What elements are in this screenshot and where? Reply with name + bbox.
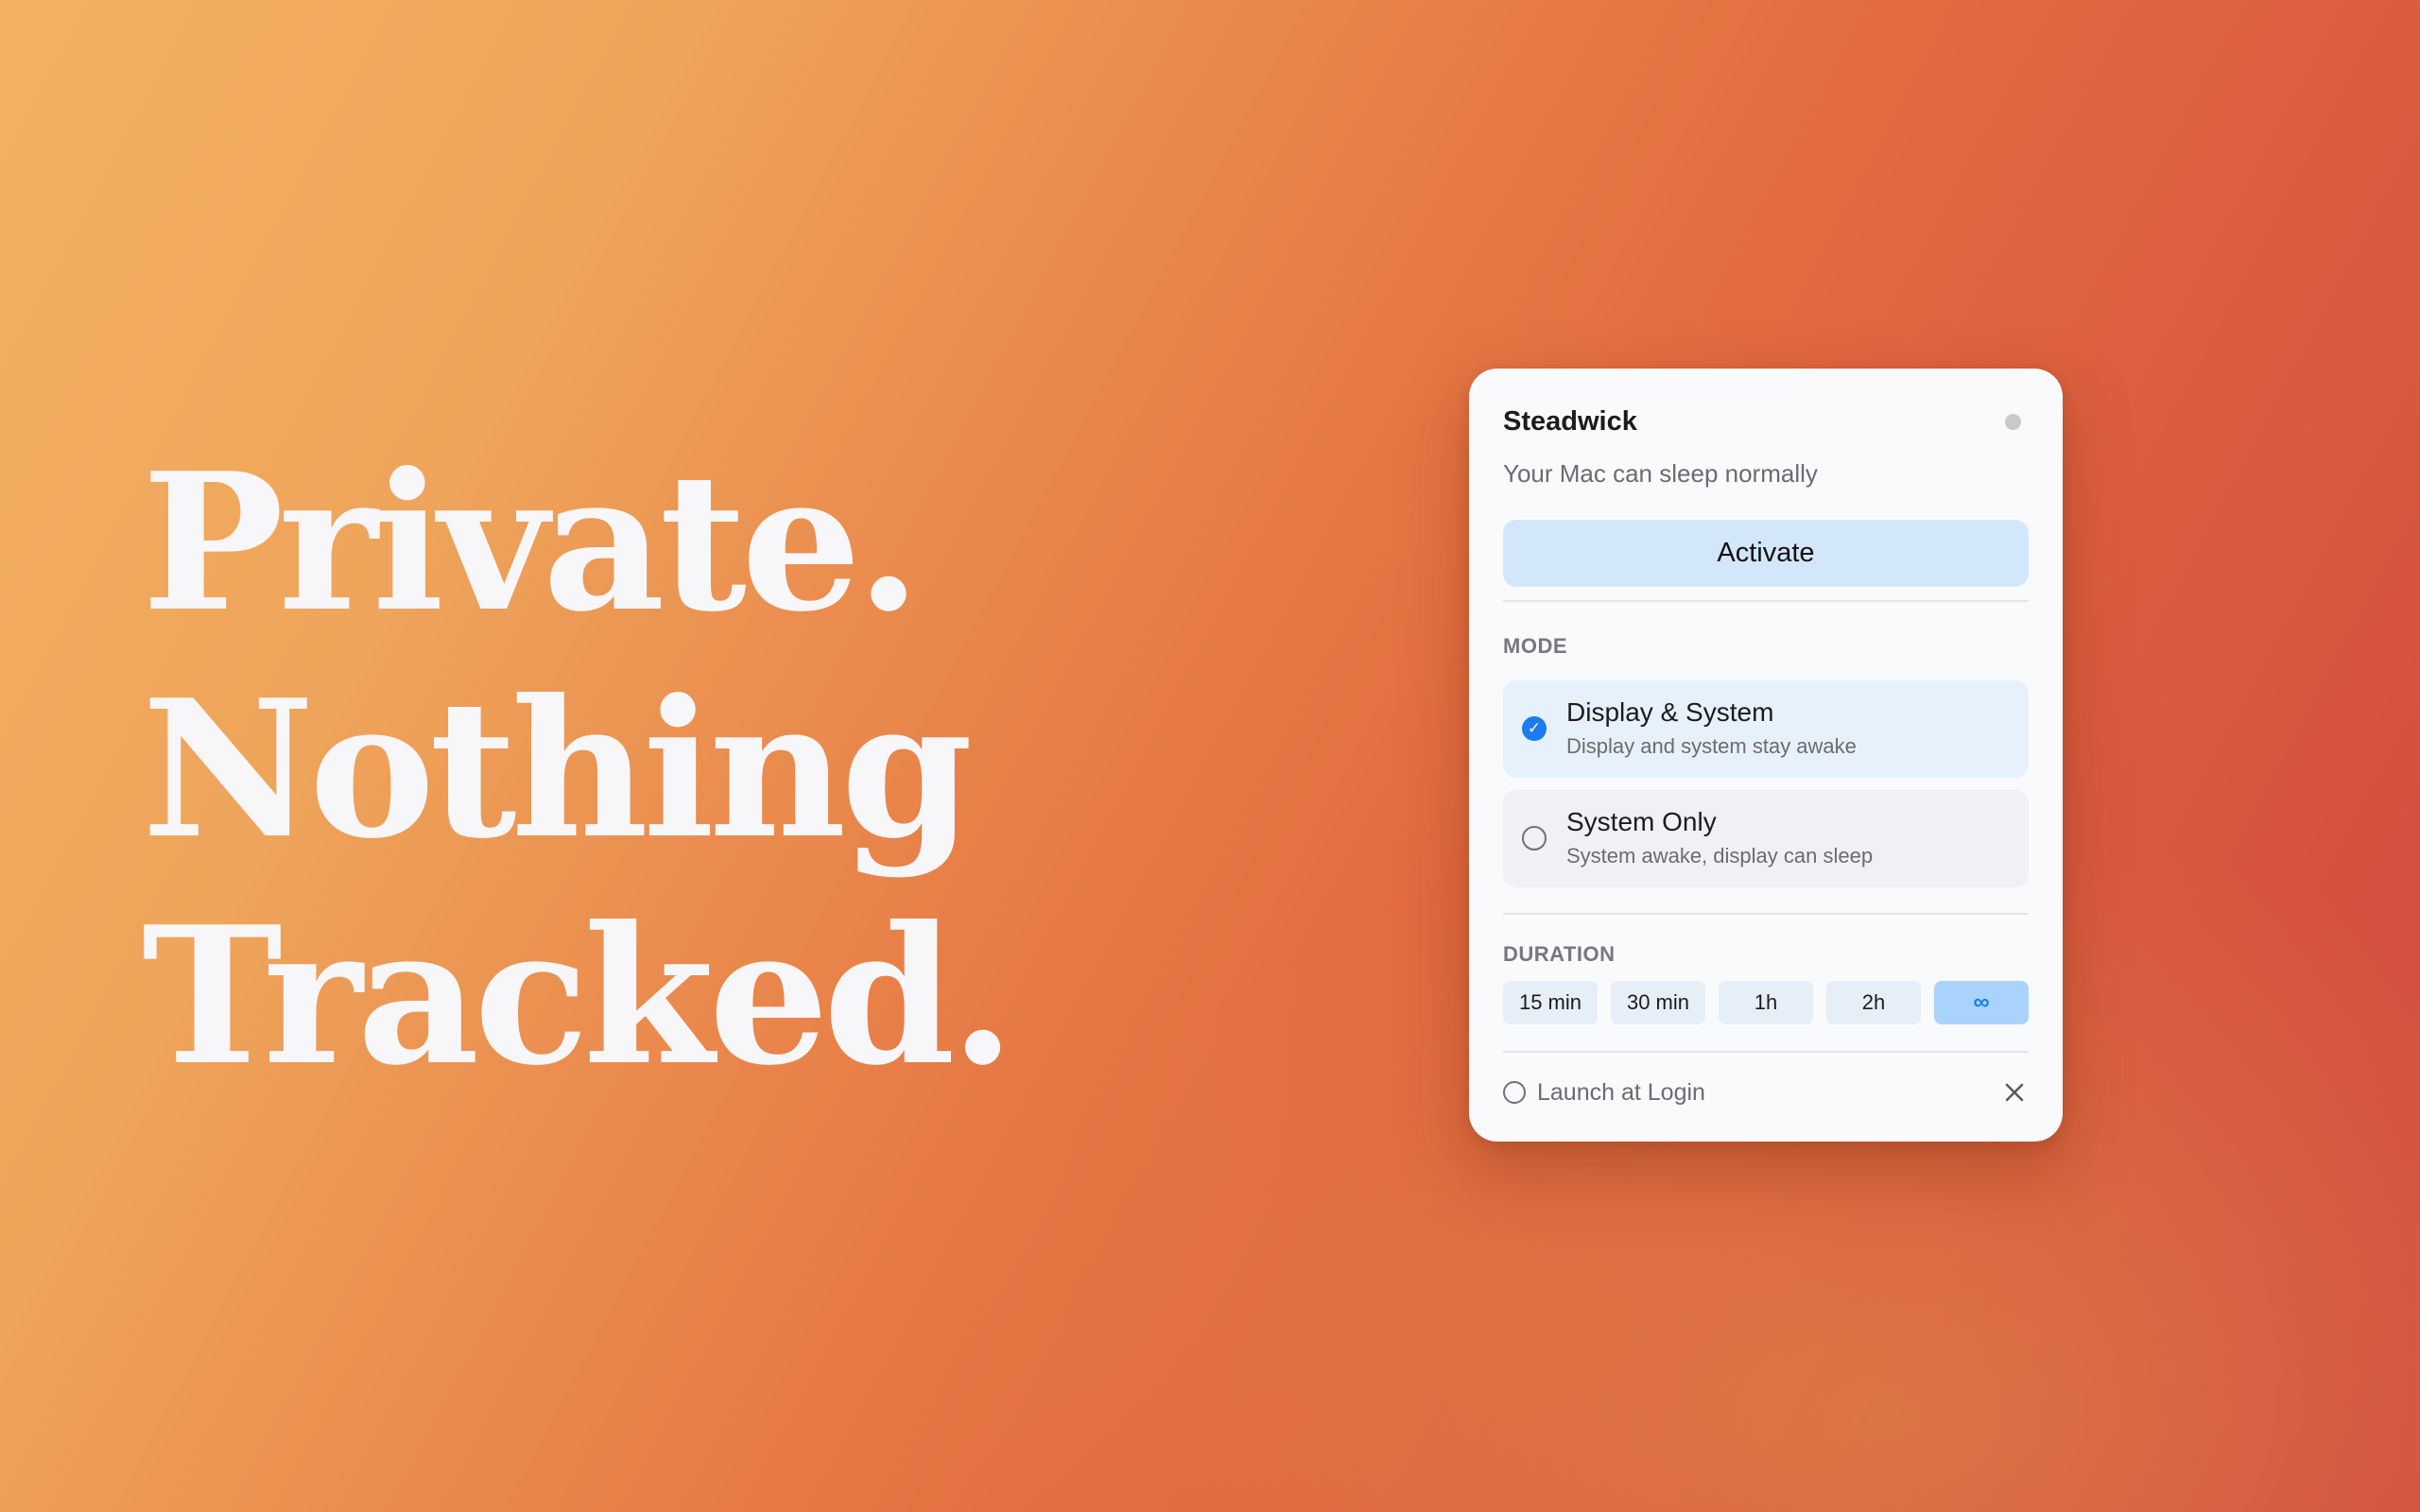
mode-option-system-only[interactable]: System Only System awake, display can sl… <box>1503 790 2029 887</box>
panel-header: Steadwick <box>1503 403 2029 440</box>
mode-option-description: System awake, display can sleep <box>1566 844 1874 868</box>
headline-line-2: Nothing <box>142 659 973 881</box>
launch-at-login-toggle[interactable]: Launch at Login <box>1503 1079 1705 1107</box>
headline-line-1: Private. <box>142 432 922 654</box>
duration-section-label: DURATION <box>1503 942 1616 966</box>
activate-button[interactable]: Activate <box>1503 520 2029 587</box>
divider <box>1503 1051 2029 1053</box>
mode-option-title: Display & System <box>1566 697 1774 727</box>
status-text: Your Mac can sleep normally <box>1503 459 1818 488</box>
headline-line-3: Tracked. <box>142 885 1015 1108</box>
launch-at-login-label: Launch at Login <box>1537 1078 1705 1106</box>
duration-30-min-button[interactable]: 30 min <box>1611 981 1705 1024</box>
divider <box>1503 913 2029 915</box>
headline: Private. Nothing Tracked. <box>142 430 1015 1110</box>
duration-options: 15 min 30 min 1h 2h ∞ <box>1503 981 2029 1024</box>
divider <box>1503 600 2029 602</box>
mode-option-description: Display and system stay awake <box>1566 734 1857 758</box>
mode-section-label: MODE <box>1503 634 1567 658</box>
duration-infinite-button[interactable]: ∞ <box>1934 981 2029 1024</box>
mode-option-display-system[interactable]: ✓ Display & System Display and system st… <box>1503 680 2029 778</box>
duration-15-min-button[interactable]: 15 min <box>1503 981 1598 1024</box>
close-icon[interactable] <box>2000 1078 2029 1107</box>
steadwick-popover: Steadwick Your Mac can sleep normally Ac… <box>1469 369 2063 1142</box>
status-dot-icon <box>2005 413 2021 430</box>
duration-2h-button[interactable]: 2h <box>1826 981 1921 1024</box>
radio-checked-icon: ✓ <box>1522 716 1547 741</box>
app-name: Steadwick <box>1503 405 1637 437</box>
checkbox-unchecked-icon <box>1503 1081 1526 1104</box>
radio-unchecked-icon <box>1522 826 1547 850</box>
mode-option-title: System Only <box>1566 807 1717 836</box>
duration-1h-button[interactable]: 1h <box>1719 981 1813 1024</box>
panel-footer: Launch at Login <box>1503 1074 2029 1111</box>
